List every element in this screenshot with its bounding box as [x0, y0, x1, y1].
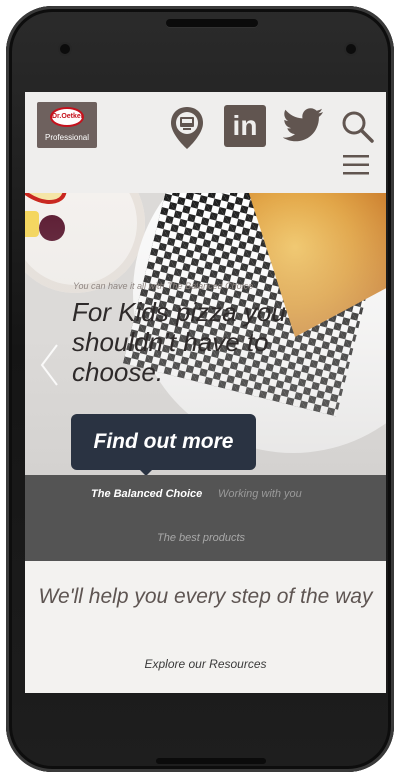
- search-icon[interactable]: [341, 110, 375, 144]
- hero-kicker: You can have it all with The Balanced Ch…: [73, 281, 254, 291]
- tab-working-with-you[interactable]: Working with you: [218, 488, 302, 500]
- menu-icon[interactable]: [343, 154, 369, 176]
- logo-oval: Dr.Oetker: [50, 107, 84, 127]
- dr-oetker-logo[interactable]: Dr.Oetker Professional: [37, 102, 97, 148]
- hero-banner: You can have it all with The Balanced Ch…: [25, 193, 386, 475]
- hero-title: For Kids pizza you shouldn’t have to cho…: [72, 297, 286, 387]
- proximity-sensor: [346, 44, 356, 54]
- twitter-icon[interactable]: [282, 107, 325, 143]
- help-title: We'll help you every step of the way: [38, 585, 373, 608]
- bottom-speaker: [156, 758, 266, 764]
- logo-subtitle: Professional: [44, 133, 90, 142]
- carousel-tabs: The Balanced Choice Working with you The…: [25, 475, 386, 561]
- tab-best-products[interactable]: The best products: [157, 532, 245, 544]
- front-camera: [60, 44, 70, 54]
- phone-screen: Dr.Oetker Professional in You can have i…: [25, 92, 386, 693]
- explore-resources-link[interactable]: Explore our Resources: [25, 657, 386, 671]
- help-section: We'll help you every step of the way Exp…: [25, 561, 386, 693]
- find-out-more-button[interactable]: Find out more: [71, 414, 256, 470]
- location-pin-icon[interactable]: [169, 105, 205, 151]
- tab-balanced-choice[interactable]: The Balanced Choice: [91, 488, 202, 500]
- linkedin-label: in: [232, 110, 258, 141]
- linkedin-icon[interactable]: in: [224, 105, 266, 147]
- earpiece-speaker: [166, 19, 258, 27]
- carousel-prev-arrow-icon[interactable]: [39, 343, 59, 387]
- cta-pointer: [138, 468, 154, 475]
- site-header: Dr.Oetker Professional in: [25, 92, 386, 193]
